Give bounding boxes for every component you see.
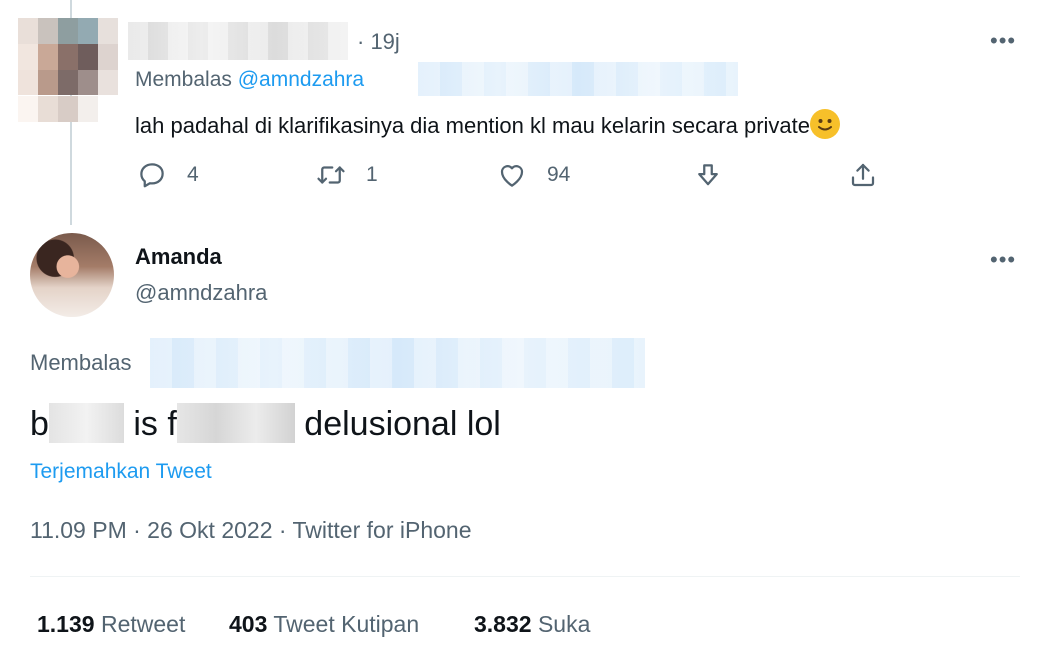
display-name[interactable]: Amanda (135, 244, 222, 270)
stat-likes-count: 3.832 (474, 611, 532, 637)
main-tweet-text: b is f delusional lol (30, 403, 501, 444)
divider (30, 576, 1020, 577)
stat-quotes-count: 403 (229, 611, 268, 637)
more-icon[interactable]: ••• (990, 249, 1016, 271)
censor-block-2 (176, 403, 295, 443)
like-action[interactable]: 94 (497, 160, 570, 190)
share-action[interactable] (848, 160, 878, 190)
censor-block-1 (48, 403, 124, 443)
retweet-action[interactable]: 1 (316, 160, 378, 190)
downvote-icon (698, 164, 718, 186)
main-replying-handles-blurred[interactable] (150, 338, 645, 388)
slightly-smiling-emoji (810, 109, 841, 139)
reply-time[interactable]: · 19j (357, 29, 400, 55)
reply-text-body: lah padahal di klarifikasinya dia mentio… (135, 113, 811, 138)
stat-quote-tweets[interactable]: 403 Tweet Kutipan (229, 611, 419, 638)
stat-retweets[interactable]: 1.139 Retweet (37, 611, 185, 638)
handle[interactable]: @amndzahra (135, 280, 267, 306)
retweet-icon (317, 166, 345, 184)
main-text-part2: is f (133, 405, 177, 443)
downvote-action[interactable] (693, 161, 723, 191)
replying-prefix: Membalas (135, 68, 232, 91)
main-replying-prefix: Membalas (30, 350, 132, 375)
reply-action[interactable]: 4 (137, 160, 199, 190)
stat-likes-label: Suka (537, 611, 591, 637)
replying-handles-blurred[interactable] (418, 62, 738, 96)
like-icon (500, 165, 524, 187)
main-text-part3: delusional lol (304, 405, 501, 443)
stat-likes[interactable]: 3.832 Suka (474, 611, 590, 638)
avatar-blurred[interactable] (18, 18, 118, 122)
more-icon[interactable]: ••• (990, 30, 1016, 52)
replying-to-line: Membalas @amndzahra (135, 68, 364, 92)
replying-handle-link[interactable]: @amndzahra (238, 68, 364, 91)
reply-icon (140, 163, 164, 188)
stat-retweets-count: 1.139 (37, 611, 95, 637)
display-name-blurred[interactable] (128, 22, 348, 60)
stat-quotes-label: Tweet Kutipan (273, 611, 420, 637)
avatar[interactable] (30, 233, 114, 317)
translate-tweet-link[interactable]: Terjemahkan Tweet (30, 460, 212, 484)
main-text-part1: b (30, 405, 49, 443)
reply-text: lah padahal di klarifikasinya dia mentio… (135, 109, 841, 139)
share-icon (851, 163, 875, 187)
stat-retweets-label: Retweet (100, 611, 186, 637)
like-count: 94 (547, 163, 571, 186)
tweet-timestamp[interactable]: 11.09 PM · 26 Okt 2022 · Twitter for iPh… (30, 517, 471, 544)
reply-count: 4 (187, 163, 199, 186)
retweet-count: 1 (366, 163, 378, 186)
